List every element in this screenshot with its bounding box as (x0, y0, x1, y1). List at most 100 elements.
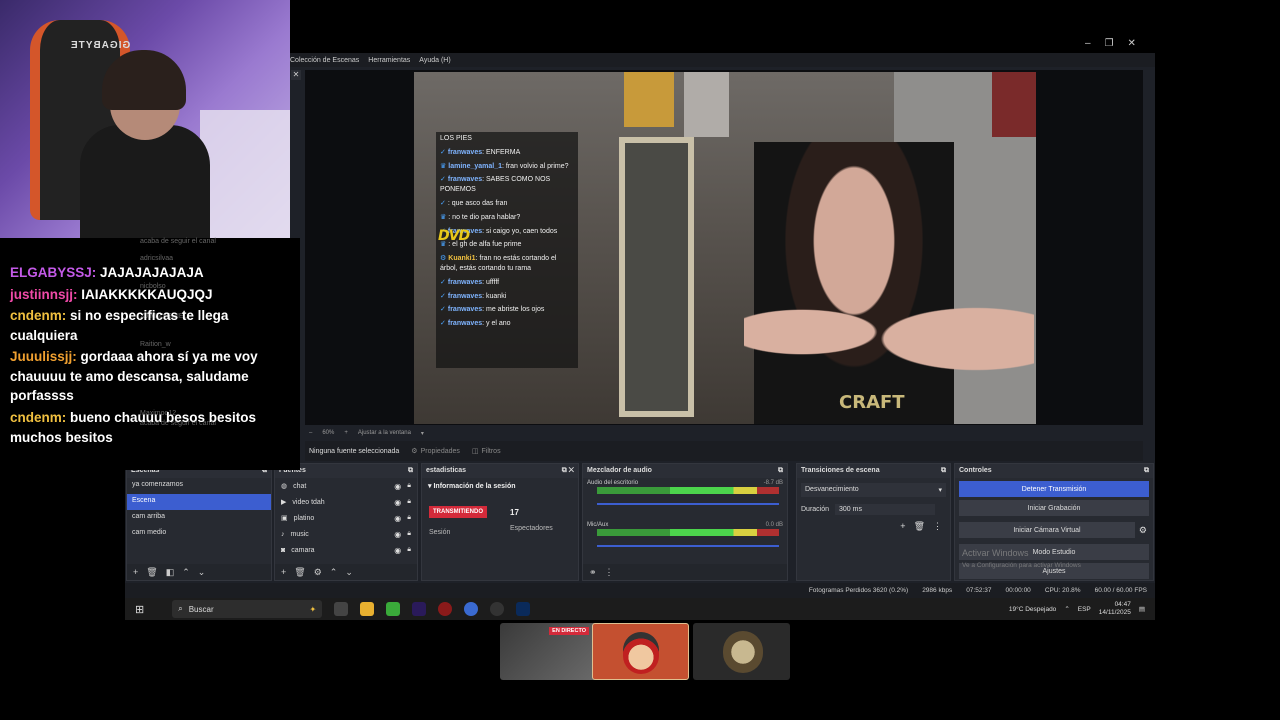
trash-icon[interactable]: 🗑 (146, 567, 157, 578)
premiere-icon[interactable] (412, 602, 427, 616)
eye-icon[interactable]: ◉ (394, 546, 401, 555)
side-chat-overlay: acaba de seguir el canal adricsilvaa nic… (0, 238, 300, 470)
poster (992, 72, 1036, 137)
undock-icon[interactable]: ⧉ (941, 467, 946, 475)
up-icon[interactable]: ⌃ (330, 567, 338, 578)
add-icon[interactable]: + (133, 567, 138, 577)
menu-tools[interactable]: Herramientas (368, 57, 410, 64)
chevron-down-icon[interactable]: ▾ (421, 430, 424, 437)
eye-icon[interactable]: ◉ (394, 530, 401, 539)
properties-button[interactable]: ⚙ Propiedades (411, 447, 460, 456)
eye-icon[interactable]: ◉ (394, 498, 401, 507)
transition-select[interactable]: Desvanecimiento ▾ (801, 483, 946, 497)
lock-icon[interactable]: 🔒︎ (407, 546, 411, 554)
chat-message: ✓ franwaves: SABES COMO NOS PONEMOS (440, 176, 551, 194)
minimize-button[interactable]: – (1085, 38, 1091, 52)
chat-user: franwaves (447, 320, 483, 328)
close-button[interactable]: ✕ (1128, 38, 1136, 52)
undock-icon[interactable]: ⧉ (408, 467, 413, 475)
chrome-icon[interactable] (464, 602, 479, 616)
chat-message: ✓ franwaves: y el ano (440, 320, 511, 328)
windows-start-icon[interactable]: ⊞ (135, 603, 144, 616)
eye-icon[interactable]: ◉ (394, 514, 401, 523)
volume-slider[interactable] (597, 503, 779, 505)
scene-item-selected[interactable]: Escena (127, 494, 271, 510)
lock-icon[interactable]: 🔒︎ (407, 498, 411, 506)
down-icon[interactable]: ⌄ (198, 567, 206, 578)
undock-icon[interactable]: ⧉ (1144, 467, 1149, 475)
add-icon[interactable]: + (281, 567, 286, 577)
scene-item[interactable]: cam medio (127, 526, 271, 542)
start-virtual-camera-button[interactable]: Iniciar Cámara Virtual (959, 522, 1135, 538)
chevron-up-icon[interactable]: ⌃ (1064, 605, 1069, 613)
zoom-out-icon[interactable]: – (309, 430, 312, 436)
side-chat-message: Juuulissjj: gordaaa ahora sí ya me voy c… (0, 347, 300, 406)
session-info-header[interactable]: ▾ Información de la sesión (422, 478, 578, 494)
browser-icon: ◍ (281, 483, 288, 490)
preview-thumbnail-avatar[interactable] (592, 623, 689, 680)
dvd-logo: DVD (438, 228, 470, 244)
up-icon[interactable]: ⌃ (182, 567, 190, 578)
chat-user: franwaves (447, 306, 483, 314)
streamer-hair (102, 50, 186, 110)
scene-item[interactable]: cam arriba (127, 510, 271, 526)
stop-streaming-button[interactable]: Detener Transmisión (959, 481, 1149, 497)
duration-input[interactable]: 300 ms (835, 504, 936, 515)
zoom-fit-label[interactable]: Ajustar a la ventana (358, 430, 411, 436)
language[interactable]: ESP (1078, 606, 1091, 613)
volume-slider[interactable] (597, 545, 779, 547)
scene-item[interactable]: ya comenzamos (127, 478, 271, 494)
maximize-button[interactable]: ❐ (1105, 38, 1114, 52)
notification-icon[interactable]: ▤ (1139, 605, 1145, 613)
link-icon[interactable]: ⚭ (589, 567, 597, 578)
down-icon[interactable]: ⌄ (345, 567, 353, 578)
system-tray: 19°C Despejado ⌃ ESP 04:47 14/11/2025 ▤ (1009, 601, 1155, 617)
image-icon: ▣ (281, 515, 288, 522)
mixer-toolbar: ⚭ ⋮ (583, 564, 787, 580)
source-item[interactable]: ▣ platino ◉ 🔒︎ (275, 510, 417, 526)
duration-row: Duración 300 ms (797, 502, 950, 517)
gear-icon[interactable]: ⚙ (1139, 525, 1147, 536)
lock-icon[interactable]: 🔒︎ (407, 530, 411, 538)
menu-help[interactable]: Ayuda (H) (419, 57, 450, 64)
zoom-in-icon[interactable]: + (344, 430, 348, 436)
chat-user: franwaves (447, 176, 483, 184)
trash-icon[interactable]: 🗑 (914, 521, 925, 532)
source-item[interactable]: ◍ chat ◉ 🔒︎ (275, 478, 417, 494)
task-view-icon[interactable] (334, 602, 349, 616)
clock[interactable]: 04:47 14/11/2025 (1099, 601, 1131, 617)
preview-thumbnail-stream[interactable]: EN DIRECTO (500, 623, 597, 680)
photoshop-icon[interactable] (516, 602, 531, 616)
undock-icon[interactable]: ⧉ (778, 467, 783, 475)
gear-icon[interactable]: ⚙ (314, 567, 322, 578)
obs-icon[interactable] (490, 602, 505, 616)
source-item[interactable]: ◙ camara ◉ 🔒︎ (275, 542, 417, 558)
chat-user: franwaves (447, 292, 483, 300)
menu-bar: Colección de Escenas Herramientas Ayuda … (290, 53, 1155, 67)
menu-scene-collection[interactable]: Colección de Escenas (290, 57, 359, 64)
file-explorer-icon[interactable] (360, 602, 375, 616)
source-item[interactable]: ♪ music ◉ 🔒︎ (275, 526, 417, 542)
app-icon[interactable] (386, 602, 401, 616)
close-preview-icon[interactable]: ✕ (291, 70, 301, 80)
weather[interactable]: 19°C Despejado (1009, 606, 1056, 613)
add-icon[interactable]: + (900, 521, 905, 532)
filter-icon[interactable]: ◧ (166, 567, 175, 578)
lock-icon[interactable]: 🔒︎ (407, 482, 411, 490)
eye-icon[interactable]: ◉ (394, 482, 401, 491)
menu-icon[interactable]: ⋮ (605, 567, 614, 578)
dock-header: estadisticas ⧉ ✕ (422, 464, 578, 478)
start-recording-button[interactable]: Iniciar Grabación (959, 500, 1149, 516)
transitions-dock: Transiciones de escena ⧉ Desvanecimiento ▾… (796, 463, 951, 581)
opera-icon[interactable] (438, 602, 453, 616)
trash-icon[interactable]: 🗑 (294, 567, 305, 578)
chat-text: : que asco das fran (447, 199, 508, 207)
lock-icon[interactable]: 🔒︎ (407, 514, 411, 522)
taskbar-search[interactable]: ⌕ Buscar ✦ (172, 600, 323, 618)
source-item[interactable]: ▶ video tdah ◉ 🔒︎ (275, 494, 417, 510)
close-icon[interactable]: ⧉ ✕ (562, 467, 574, 475)
filters-button[interactable]: ◫ Filtros (472, 447, 501, 456)
preview-thumbnail-dog[interactable] (693, 623, 790, 680)
menu-icon[interactable]: ⋮ (933, 521, 942, 532)
channel-name: Audio del escritorio (587, 480, 639, 486)
